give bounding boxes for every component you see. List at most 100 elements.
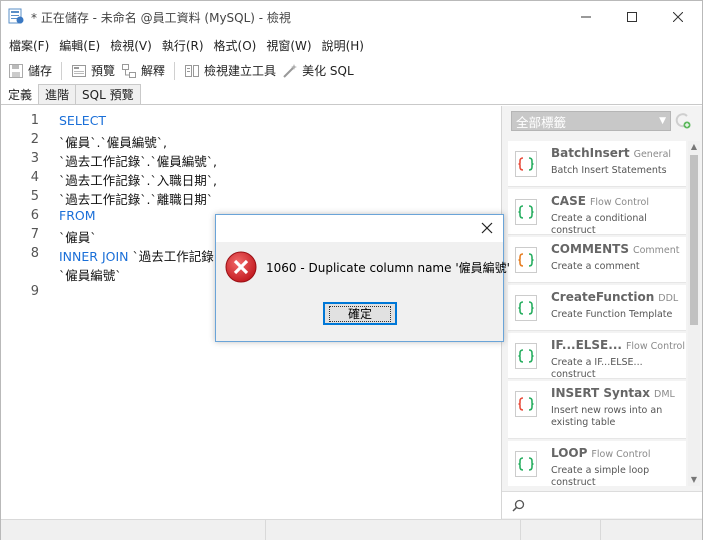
- menu-edit[interactable]: 編輯(E): [55, 37, 104, 54]
- snippet-icon: [515, 343, 537, 369]
- snippet-name: BatchInsert General: [551, 146, 672, 160]
- snippet-icon: [515, 199, 537, 225]
- snippet-icon: [515, 451, 537, 477]
- snippet-category: DDL: [658, 293, 679, 304]
- refresh-snippets-icon[interactable]: [674, 112, 692, 130]
- join-keyword: INNER JOIN: [59, 249, 129, 264]
- line-number: 8: [30, 246, 39, 261]
- scrollbar-thumb[interactable]: [690, 155, 698, 325]
- snippet-category: Flow Control: [589, 197, 649, 208]
- status-cell: [1, 520, 266, 540]
- navicat-view-icon: [8, 8, 24, 24]
- snippet-item[interactable]: COMMENTS Comment Create a comment: [508, 237, 686, 283]
- snippet-icon: [515, 247, 537, 273]
- tag-filter-dropdown[interactable]: 全部標籤 ▼: [511, 111, 671, 131]
- snippet-item[interactable]: INSERT Syntax DML Insert new rows into an…: [508, 381, 686, 439]
- code-line-join: INNER JOIN `過去工作記錄`: [59, 246, 220, 265]
- preview-icon: [72, 64, 87, 77]
- snippet-name: CreateFunction DDL: [551, 290, 679, 304]
- line-number: 5: [30, 189, 39, 204]
- snippet-description: Create a simple loop construct: [551, 465, 650, 486]
- save-button[interactable]: 儲存: [5, 60, 55, 82]
- line-number-gutter: 1 2 3 4 5 6 7 8 9: [1, 106, 41, 519]
- code-line: `過去工作記錄`.`僱員編號`,: [59, 154, 217, 169]
- view-builder-icon: [185, 64, 200, 77]
- editor-tabs: 定義 進階 SQL 預覽: [1, 83, 702, 105]
- scroll-up-icon[interactable]: ▲: [688, 141, 700, 153]
- status-cell: [521, 520, 601, 540]
- view-builder-button[interactable]: 檢視建立工具: [181, 60, 279, 82]
- maximize-button[interactable]: [609, 1, 655, 32]
- snippet-item[interactable]: BatchInsert General Batch Insert Statemen…: [508, 141, 686, 187]
- menu-file[interactable]: 檔案(F): [5, 37, 53, 54]
- close-icon[interactable]: [479, 220, 495, 236]
- menu-help[interactable]: 說明(H): [318, 37, 368, 54]
- snippet-description: Create a comment: [551, 261, 640, 272]
- ok-label: 確定: [328, 305, 391, 322]
- menu-bar: 檔案(F) 編輯(E) 檢視(V) 執行(R) 格式(O) 視窗(W) 說明(H…: [1, 34, 702, 56]
- snippet-item[interactable]: IF...ELSE... Flow Control Create a IF...E…: [508, 333, 686, 380]
- magic-wand-icon: [283, 63, 298, 78]
- join-table: `過去工作記錄`: [128, 249, 220, 264]
- scroll-down-icon[interactable]: ▼: [688, 474, 700, 486]
- minimize-button[interactable]: [563, 1, 609, 32]
- error-message: 1060 - Duplicate column name '僱員編號': [266, 261, 510, 275]
- menu-window[interactable]: 視窗(W): [262, 37, 315, 54]
- code-line-select: SELECT: [59, 113, 107, 128]
- snippet-name: IF...ELSE... Flow Control: [551, 338, 685, 352]
- error-icon: [225, 251, 257, 283]
- snippet-category: Comment: [632, 245, 680, 256]
- title-bar: * 正在儲存 - 未命名 @員工資料 (MySQL) - 檢視: [1, 1, 702, 32]
- snippet-name: COMMENTS Comment: [551, 242, 680, 256]
- toolbar: 儲存 預覽 解釋 檢視建立工具 美化 SQL: [1, 58, 702, 83]
- beautify-sql-button[interactable]: 美化 SQL: [279, 60, 357, 82]
- snippet-description: Create a IF...ELSE... construct: [551, 357, 643, 380]
- ok-button[interactable]: 確定: [323, 302, 397, 325]
- maximize-icon: [627, 11, 637, 22]
- code-line: `過去工作記錄`.`離職日期`: [59, 192, 213, 207]
- main-window: * 正在儲存 - 未命名 @員工資料 (MySQL) - 檢視 檔案(F) 編輯…: [0, 0, 703, 540]
- code-line: `僱員`.`僱員編號`,: [59, 135, 167, 150]
- close-icon: [673, 11, 683, 22]
- tab-sql-preview[interactable]: SQL 預覽: [75, 84, 141, 104]
- window-title: * 正在儲存 - 未命名 @員工資料 (MySQL) - 檢視: [31, 11, 291, 25]
- snippet-icon: [515, 391, 537, 417]
- menu-format[interactable]: 格式(O): [210, 37, 261, 54]
- snippet-icon: [515, 151, 537, 177]
- snippet-description: Create a conditional construct: [551, 213, 647, 236]
- code-line: `僱員編號`: [59, 268, 122, 283]
- snippet-item[interactable]: CASE Flow Control Create a conditional co…: [508, 189, 686, 236]
- toolbar-separator: [174, 61, 176, 80]
- code-line-from: FROM: [59, 208, 96, 223]
- tab-advanced[interactable]: 進階: [38, 84, 77, 104]
- line-number: 1: [30, 113, 39, 128]
- snippet-search-box[interactable]: [502, 491, 702, 518]
- close-window-button[interactable]: [655, 1, 701, 32]
- minimize-icon: [581, 16, 591, 17]
- dialog-body: 1060 - Duplicate column name '僱員編號' 確定: [216, 242, 510, 341]
- snippet-description: Insert new rows into an existing table: [551, 405, 663, 428]
- explain-button[interactable]: 解釋: [118, 60, 168, 82]
- snippet-item[interactable]: CreateFunction DDL Create Function Templa…: [508, 285, 686, 331]
- snippet-category: Flow Control: [625, 341, 685, 352]
- snippet-category: General: [633, 149, 672, 160]
- preview-button[interactable]: 預覽: [68, 60, 118, 82]
- tab-definition[interactable]: 定義: [1, 83, 40, 104]
- status-cell: [266, 520, 521, 540]
- line-number: 4: [30, 170, 39, 185]
- snippet-name: INSERT Syntax DML: [551, 386, 675, 400]
- status-bar: [1, 519, 702, 540]
- snippet-name: CASE Flow Control: [551, 194, 649, 208]
- snippet-scrollbar[interactable]: ▲ ▼: [688, 141, 700, 486]
- search-icon: [512, 499, 525, 512]
- menu-run[interactable]: 執行(R): [158, 37, 208, 54]
- menu-view[interactable]: 檢視(V): [106, 37, 156, 54]
- snippet-description: Batch Insert Statements: [551, 165, 667, 176]
- line-number: 6: [30, 208, 39, 223]
- preview-label: 預覽: [91, 64, 116, 78]
- snippet-description: Create Function Template: [551, 309, 673, 320]
- tag-filter-value: 全部標籤: [516, 114, 567, 130]
- snippet-item[interactable]: LOOP Flow Control Create a simple loop co…: [508, 441, 686, 486]
- toolbar-separator: [61, 61, 63, 80]
- error-dialog: 1060 - Duplicate column name '僱員編號' 確定: [215, 214, 510, 342]
